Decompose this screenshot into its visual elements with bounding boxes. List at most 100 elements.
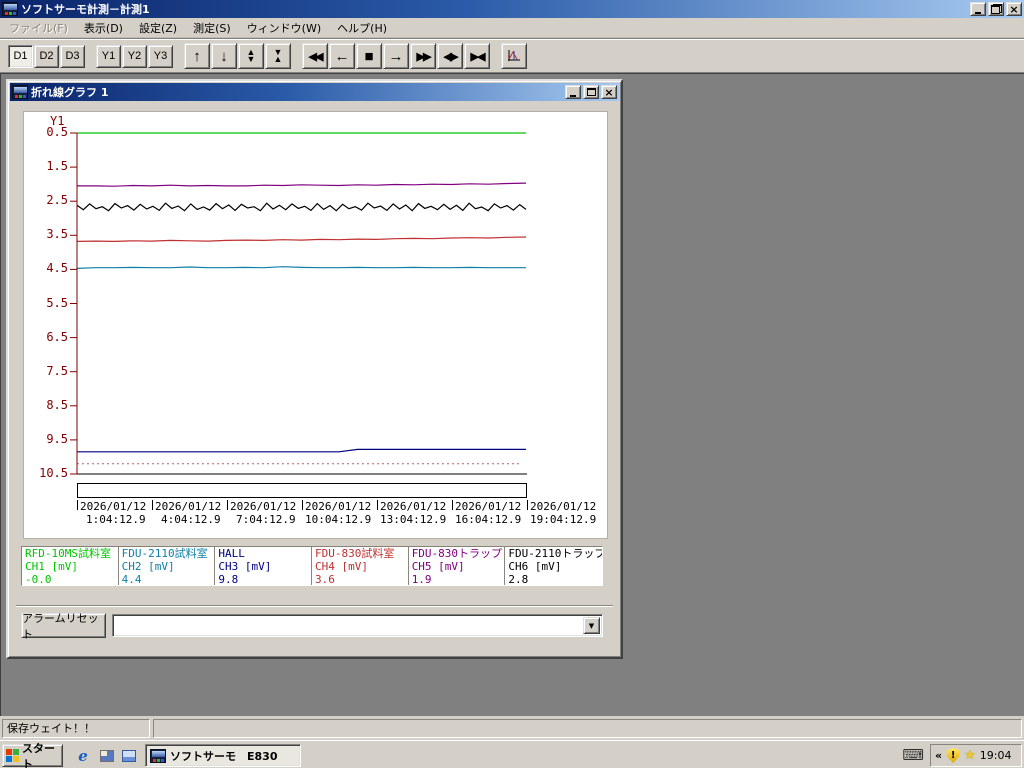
toolbar-stop-button[interactable]: ■ [356, 43, 382, 69]
start-button[interactable]: スタート [2, 742, 63, 768]
star-icon[interactable]: ★ [964, 748, 976, 763]
taskbar-app-button[interactable]: ソフトサーモ E830 [145, 744, 301, 767]
mdi-area: 折れ線グラフ 1 × Y1 0.5 1.5 2.5 3.5 4.5 5.5 6.5 7.5 8.… [0, 73, 1024, 716]
security-shield-icon[interactable]: ! [946, 748, 960, 763]
menu-item-z[interactable]: 設定(Z) [131, 18, 185, 38]
restore-icon [990, 4, 1002, 14]
x-tick-mark [302, 500, 303, 510]
series-ch4 [76, 236, 527, 243]
close-button[interactable]: × [1006, 2, 1022, 16]
legend-current-value: 9.8 [218, 573, 239, 585]
outlook-icon [122, 750, 136, 762]
menu-item-f[interactable]: ファイル(F) [1, 18, 76, 38]
toolbar-pan-up-button[interactable]: ↑ [184, 43, 210, 69]
x-tick-mark [527, 500, 528, 510]
legend-sensor-name: HALL [218, 547, 245, 560]
quicklaunch-show-desktop-icon[interactable] [98, 747, 116, 765]
maximize-icon [586, 88, 596, 96]
toolbar-d2-button[interactable]: D2 [34, 44, 59, 68]
graph-maximize-button[interactable] [583, 85, 599, 99]
graph-window: 折れ線グラフ 1 × Y1 0.5 1.5 2.5 3.5 4.5 5.5 6.5 7.5 8.… [6, 79, 623, 659]
taskbar-app-label: ソフトサーモ E830 [170, 749, 278, 763]
step-forward-icon: → [388, 47, 404, 65]
legend-channel-label: CH5 [mV] [411, 560, 465, 573]
menu-item-s[interactable]: 測定(S) [185, 18, 239, 38]
toolbar-y2-button[interactable]: Y2 [122, 44, 147, 68]
series-ch5 [77, 182, 527, 187]
toolbar-compress-y-button[interactable]: ▼ ▲ [265, 43, 291, 69]
close-icon: × [604, 85, 614, 99]
pan-up-icon: ↑ [193, 47, 201, 65]
graph-window-icon [12, 85, 28, 99]
status-bar: 保存ウェイト！！ [0, 716, 1024, 740]
legend-cell-ch3: HALL CH3 [mV] 9.8 [215, 547, 313, 585]
legend-cell-ch1: RFD-10MS試料室 CH1 [mV] -0.0 [22, 547, 119, 585]
toolbar-y3-button[interactable]: Y3 [148, 44, 173, 68]
graph-close-button[interactable]: × [601, 85, 617, 99]
toolbar-fast-forward-button[interactable]: ▶▶ [410, 43, 436, 69]
toolbar-fast-back-button[interactable]: ◀◀ [302, 43, 328, 69]
legend-current-value: 3.6 [315, 573, 335, 585]
toolbar-compress-x-button[interactable]: ▶◀ [464, 43, 490, 69]
taskbar: スタート e ソフトサーモ E830 ⌨ « ! ★ 19:04 [0, 740, 1024, 768]
toolbar-graph-setup-button[interactable] [501, 43, 527, 69]
legend-cell-ch5: FDU-830トラップ CH5 [mV] 1.9 [408, 547, 506, 585]
graph-window-titlebar[interactable]: 折れ線グラフ 1 × [10, 83, 619, 101]
toolbar-d1-button[interactable]: D1 [8, 44, 33, 68]
toolbar-pan-down-button[interactable]: ↓ [211, 43, 237, 69]
x-tick-date: 2026/01/12 [305, 500, 372, 513]
menu-item-w[interactable]: ウィンドウ(W) [239, 18, 329, 38]
y-tick-label: 7.5 [46, 363, 68, 378]
toolbar-d3-button[interactable]: D3 [60, 44, 85, 68]
tray-clock: 19:04 [979, 749, 1012, 762]
windows-logo-icon [6, 749, 19, 762]
toolbar-step-forward-button[interactable]: → [383, 43, 409, 69]
combobox-dropdown-button[interactable]: ▼ [583, 617, 600, 634]
toolbar-expand-x-button[interactable]: ◀▶ [437, 43, 463, 69]
close-icon: × [1009, 2, 1019, 16]
minimize-button[interactable] [970, 2, 986, 16]
x-tick-date: 2026/01/12 [155, 500, 222, 513]
keyboard-layout-icon[interactable]: ⌨ [902, 746, 924, 764]
legend-sensor-name: FDU-830試料室 [315, 547, 395, 560]
exclamation-glyph: ! [950, 750, 956, 761]
menu-item-d[interactable]: 表示(D) [76, 18, 131, 38]
graph-icon [508, 50, 520, 61]
line-chart: Y1 0.5 1.5 2.5 3.5 4.5 5.5 6.5 7.5 8.5 9.5 10.5 202… [23, 111, 608, 539]
start-label: スタート [22, 741, 55, 768]
legend-sensor-name: FDU-830トラップ [411, 547, 503, 560]
y-tick-label: 9.5 [46, 431, 68, 446]
y-tick-label: 8.5 [46, 397, 68, 412]
x-tick-date: 2026/01/12 [230, 500, 297, 513]
fast-forward-icon: ▶▶ [416, 50, 432, 63]
quicklaunch-ie-icon[interactable]: e [74, 747, 92, 765]
tray-chevron-icon[interactable]: « [935, 749, 942, 762]
toolbar-step-back-button[interactable]: ← [329, 43, 355, 69]
y-tick-label: 10.5 [39, 466, 68, 480]
toolbar: D1 D2 D3 Y1 Y2 Y3 ↑ ↓ ▲ ▼ ▼ ▲ ◀◀ ← ■ → ▶▶ ◀▶ ▶◀ [0, 39, 1024, 72]
alarm-reset-button[interactable]: アラームリセット [21, 612, 106, 641]
menu-item-h[interactable]: ヘルプ(H) [329, 18, 395, 38]
minimize-icon [975, 11, 981, 14]
x-tick-date: 2026/01/12 [380, 500, 447, 513]
ie-glyph: e [78, 747, 88, 765]
toolbar-expand-y-button[interactable]: ▲ ▼ [238, 43, 264, 69]
x-tick-time: 4:04:12.9 [161, 513, 221, 526]
toolbar-y1-button[interactable]: Y1 [96, 44, 121, 68]
graph-minimize-button[interactable] [565, 85, 581, 99]
x-tick-time: 7:04:12.9 [236, 513, 296, 526]
restore-button[interactable] [988, 2, 1004, 16]
legend-channel-label: CH1 [mV] [25, 560, 78, 573]
legend-channel-label: CH3 [mV] [218, 560, 272, 573]
quicklaunch-outlook-icon[interactable] [120, 747, 138, 765]
status-message: 保存ウェイト！！ [2, 718, 150, 738]
compress-y-icon: ▼ ▲ [273, 47, 283, 64]
y-tick-label: 1.5 [46, 159, 68, 174]
x-tick-mark [227, 500, 228, 510]
compress-x-icon: ▶◀ [470, 50, 486, 63]
screen: { "window": { "title": "ソフトサーモ計測－計測1" },… [0, 0, 1024, 768]
alarm-combobox-input[interactable] [115, 617, 585, 634]
x-tick-time: 19:04:12.9 [530, 513, 597, 526]
separator [16, 605, 613, 607]
y-tick-label: 3.5 [46, 227, 68, 242]
